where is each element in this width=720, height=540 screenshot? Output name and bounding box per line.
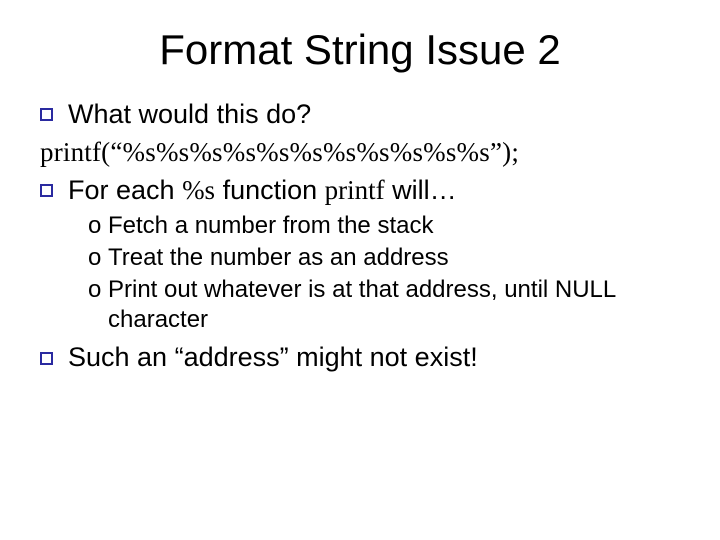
bullet-2-prefix: For each bbox=[68, 175, 182, 205]
o-bullet-icon: o bbox=[88, 211, 101, 241]
sub-1-text: Fetch a number from the stack bbox=[108, 212, 433, 239]
square-bullet-icon bbox=[40, 352, 53, 365]
sub-2-text: Treat the number as an address bbox=[108, 244, 449, 271]
o-bullet-icon: o bbox=[88, 275, 101, 305]
code-line: printf(“%s%s%s%s%s%s%s%s%s%s%s”); bbox=[40, 136, 680, 170]
bullet-2-mid: function bbox=[215, 175, 325, 205]
sub-bullet-list: o Fetch a number from the stack o Treat … bbox=[40, 211, 680, 335]
sub-item-1: o Fetch a number from the stack bbox=[88, 211, 680, 241]
o-bullet-icon: o bbox=[88, 243, 101, 273]
square-bullet-icon bbox=[40, 184, 53, 197]
sub-item-2: o Treat the number as an address bbox=[88, 243, 680, 273]
bullet-2-suffix: will… bbox=[385, 175, 457, 205]
printf-token: printf bbox=[325, 175, 385, 205]
bullet-item-3: Such an “address” might not exist! bbox=[40, 341, 680, 375]
sub-item-3: o Print out whatever is at that address,… bbox=[88, 275, 680, 335]
bullet-list: What would this do? printf(“%s%s%s%s%s%s… bbox=[40, 98, 680, 375]
sub-3-text: Print out whatever is at that address, u… bbox=[108, 276, 615, 333]
bullet-item-1: What would this do? bbox=[40, 98, 680, 132]
bullet-item-2: For each %s function printf will… bbox=[40, 174, 680, 208]
slide-title: Format String Issue 2 bbox=[40, 26, 680, 74]
slide: Format String Issue 2 What would this do… bbox=[0, 0, 720, 540]
square-bullet-icon bbox=[40, 108, 53, 121]
percent-s-token: %s bbox=[182, 175, 215, 205]
slide-body: What would this do? printf(“%s%s%s%s%s%s… bbox=[40, 98, 680, 375]
bullet-3-text: Such an “address” might not exist! bbox=[68, 342, 478, 372]
bullet-1-text: What would this do? bbox=[68, 99, 311, 129]
printf-call-text: printf(“%s%s%s%s%s%s%s%s%s%s%s”); bbox=[40, 137, 519, 167]
